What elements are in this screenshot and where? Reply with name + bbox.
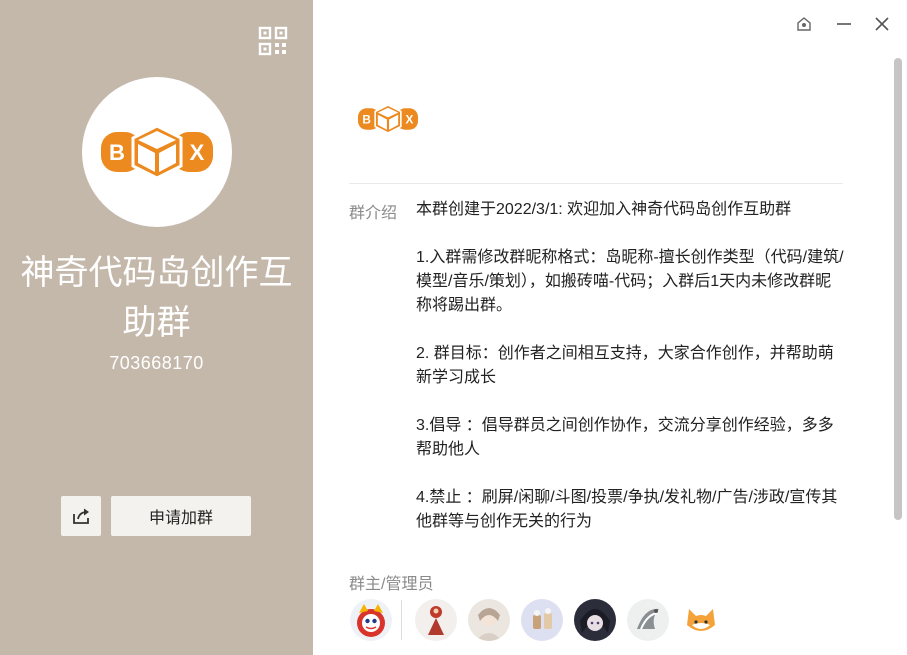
- logo-letter-b-small: B: [362, 113, 371, 126]
- intro-text: 本群创建于2022/3/1: 欢迎加入神奇代码岛创作互助群 1.入群需修改群昵称…: [416, 201, 844, 530]
- box-logo-icon-small: B X: [358, 104, 418, 134]
- close-icon[interactable]: [870, 12, 894, 36]
- share-icon: [73, 508, 89, 524]
- divider: [349, 183, 843, 184]
- box-logo-icon: B X: [101, 124, 213, 180]
- logo-letter-b: B: [109, 140, 125, 165]
- intro-label: 群介绍: [349, 205, 398, 222]
- qr-code-icon[interactable]: [258, 26, 288, 56]
- group-logo-small: B X: [357, 104, 419, 139]
- group-avatar[interactable]: B X: [82, 77, 232, 227]
- group-name: 神奇代码岛创作互助群: [20, 254, 293, 342]
- share-button[interactable]: [61, 496, 101, 536]
- join-group-button[interactable]: 申请加群: [111, 496, 251, 536]
- logo-letter-x-small: X: [405, 113, 413, 126]
- admin-avatar-6[interactable]: [680, 599, 722, 641]
- admin-separator: [401, 600, 402, 640]
- owner-avatar[interactable]: [350, 599, 392, 641]
- pin-icon[interactable]: [792, 12, 816, 36]
- minimize-icon[interactable]: [832, 12, 856, 36]
- admin-avatar-5[interactable]: [627, 599, 669, 641]
- admins-label: 群主/管理员: [349, 576, 434, 593]
- admin-avatar-4[interactable]: [574, 599, 616, 641]
- admin-avatar-1[interactable]: [415, 599, 457, 641]
- admin-avatar-list: [350, 598, 733, 642]
- admin-avatar-3[interactable]: [521, 599, 563, 641]
- group-card-panel: B X 神奇代码岛创作互助群 703668170 申请加群: [0, 0, 313, 655]
- logo-letter-x: X: [190, 140, 205, 165]
- group-id: 703668170: [109, 353, 204, 373]
- admin-avatar-2[interactable]: [468, 599, 510, 641]
- scrollbar-thumb[interactable]: [894, 58, 902, 520]
